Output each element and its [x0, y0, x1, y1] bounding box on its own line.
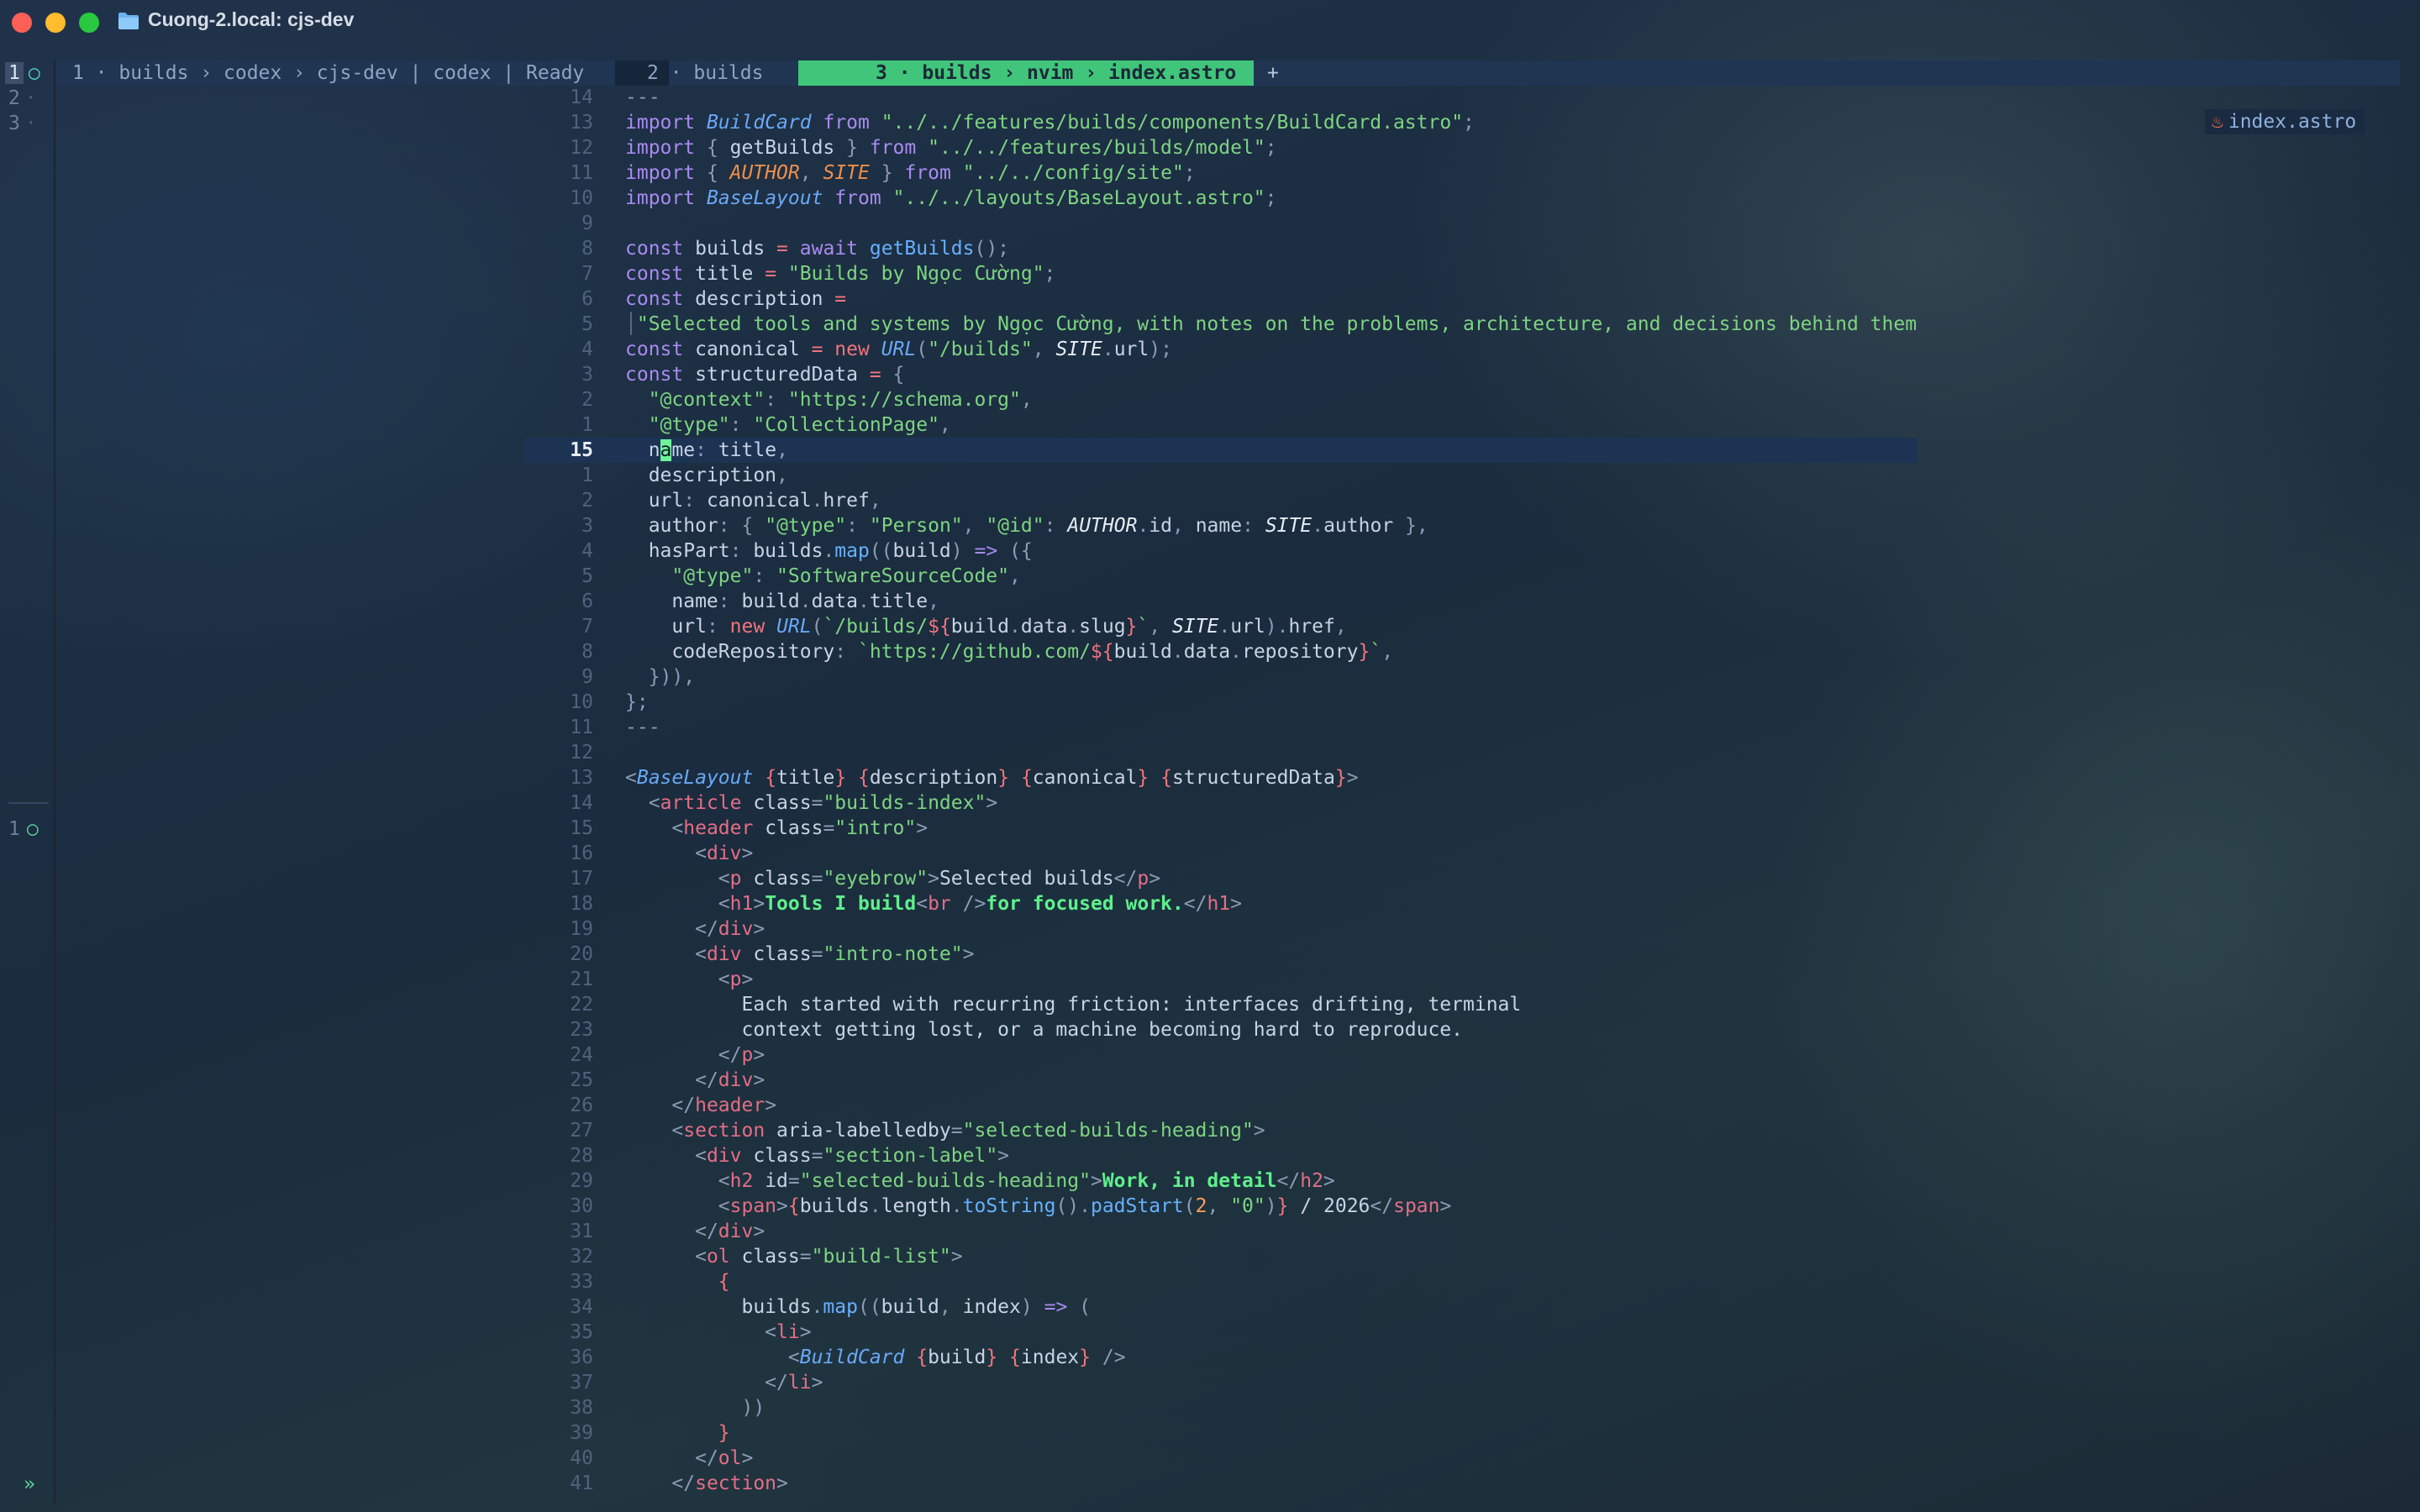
code-line: 13 import BuildCard from "../../features/…: [570, 112, 1475, 134]
code-line: 30 <span>{builds.length.toString().padSt…: [570, 1195, 1452, 1217]
tabline: 1 · builds › codex › cjs-dev | codex | R…: [55, 60, 2400, 86]
shell-prompt: »: [24, 1473, 35, 1495]
tab-codex[interactable]: 1 · builds › codex › cjs-dev | codex | R…: [72, 60, 584, 86]
code-line: 7 const title = "Builds by Ngọc Cường";: [581, 263, 1056, 285]
pane-item-3[interactable]: 3 ·: [8, 111, 55, 136]
code-line: 34 builds.map((build, index) => (: [570, 1296, 1092, 1318]
code-line: 31 </div>: [570, 1221, 765, 1242]
pane-item-2[interactable]: 2 ·: [8, 86, 55, 111]
code-line: 4 hasPart: builds.map((build) => ({: [581, 540, 1033, 562]
pane-divider: [8, 802, 49, 804]
pane-item-bottom[interactable]: 1 ○: [8, 816, 39, 842]
code-line: 27 <section aria-labelledby="selected-bu…: [570, 1120, 1265, 1142]
minimize-button[interactable]: [45, 13, 66, 33]
code-line: 41 </section>: [570, 1473, 788, 1494]
tab-nvim-active[interactable]: 3 · builds › nvim › index.astro: [798, 60, 1254, 86]
code-line: 6 const description =: [581, 288, 847, 310]
new-tab-button[interactable]: +: [1267, 60, 1279, 86]
code-line: 6 name: build.data.title,: [581, 591, 939, 612]
code-line: 33 {: [570, 1271, 730, 1293]
code-line: 9 })),: [581, 666, 696, 688]
code-editor[interactable]: 14 --- 13 import BuildCard from "../../fea…: [526, 85, 1918, 1496]
folder-icon: [118, 13, 139, 29]
code-line: 3 const structuredData = {: [581, 364, 905, 386]
code-line: 17 <p class="eyebrow">Selected builds</p…: [570, 868, 1161, 890]
code-line: 28 <div class="section-label">: [570, 1145, 1010, 1167]
code-line: 7 url: new URL(`/builds/${build.data.slu…: [581, 616, 1347, 638]
code-line: 13 <BaseLayout {title} {description} {can…: [570, 767, 1359, 789]
window-titlebar: Cuong-2.local: cjs-dev: [0, 0, 2420, 44]
winbar-filename[interactable]: ♨ index.astro: [2205, 109, 2365, 134]
code-line: 8 codeRepository: `https://github.com/${…: [581, 641, 1394, 663]
code-line: 2 "@context": "https://schema.org",: [581, 389, 1033, 411]
code-line: 1 description,: [581, 465, 788, 486]
code-line: 25 </div>: [570, 1069, 765, 1091]
code-line: 5 │"Selected tools and systems by Ngọc Cư…: [581, 313, 1918, 335]
code-line: 35 <li>: [570, 1321, 812, 1343]
code-line: 18 <h1>Tools I build<br />for focused wo…: [570, 893, 1243, 915]
code-line: 11 import { AUTHOR, SITE } from "../../co…: [570, 162, 1196, 184]
code-line: 22 Each started with recurring friction:…: [570, 994, 1522, 1016]
code-line: 8 const builds = await getBuilds();: [581, 238, 1010, 260]
close-button[interactable]: [12, 13, 32, 33]
code-line: 12 import { getBuilds } from "../../featu…: [570, 137, 1277, 159]
window-title: Cuong-2.local: cjs-dev: [148, 8, 355, 30]
code-line: 38 )): [570, 1397, 765, 1419]
pane-item-1[interactable]: 1 ○: [5, 60, 55, 86]
code-line: 32 <ol class="build-list">: [570, 1246, 963, 1268]
code-line: 1 "@type": "CollectionPage",: [581, 414, 951, 436]
code-line: 36 <BuildCard {build} {index} />: [570, 1347, 1126, 1368]
tab-builds[interactable]: 2 · builds: [647, 60, 763, 86]
code-line: 15 <header class="intro">: [570, 817, 929, 839]
code-line: 21 <p>: [570, 969, 754, 990]
astro-icon: ♨: [2212, 111, 2223, 133]
code-line: 10 import BaseLayout from "../../layouts/…: [570, 187, 1277, 209]
code-line: 16 <div>: [570, 843, 754, 864]
code-line: 29 <h2 id="selected-builds-heading">Work…: [570, 1170, 1335, 1192]
code-line: 5 "@type": "SoftwareSourceCode",: [581, 565, 1021, 587]
code-line: 14 <article class="builds-index">: [570, 792, 998, 814]
code-line: 12: [570, 742, 593, 764]
maximize-button[interactable]: [79, 13, 99, 33]
code-line-current: 15 name: title,: [526, 438, 1918, 463]
code-line: 2 url: canonical.href,: [581, 490, 881, 512]
code-line: 3 author: { "@type": "Person", "@id": AU…: [581, 515, 1428, 537]
code-line: 23 context getting lost, or a machine be…: [570, 1019, 1463, 1041]
code-line: 20 <div class="intro-note">: [570, 943, 975, 965]
text-cursor: a: [660, 439, 672, 461]
split-divider[interactable]: [54, 60, 55, 1504]
tmux-pane-list: 1 ○ 2 · 3 ·: [5, 60, 55, 136]
code-line: 39 }: [570, 1422, 730, 1444]
code-line: 9: [581, 213, 593, 234]
code-line: 14 ---: [570, 87, 660, 108]
code-line: 4 const canonical = new URL("/builds", SI…: [581, 339, 1172, 360]
code-line: 24 </p>: [570, 1044, 765, 1066]
code-line: 37 </li>: [570, 1372, 823, 1394]
code-line: 40 </ol>: [570, 1447, 754, 1469]
code-line: 19 </div>: [570, 918, 765, 940]
code-line: 11 ---: [570, 717, 660, 738]
code-line: 10};: [570, 691, 649, 713]
code-line: 26 </header>: [570, 1095, 777, 1116]
